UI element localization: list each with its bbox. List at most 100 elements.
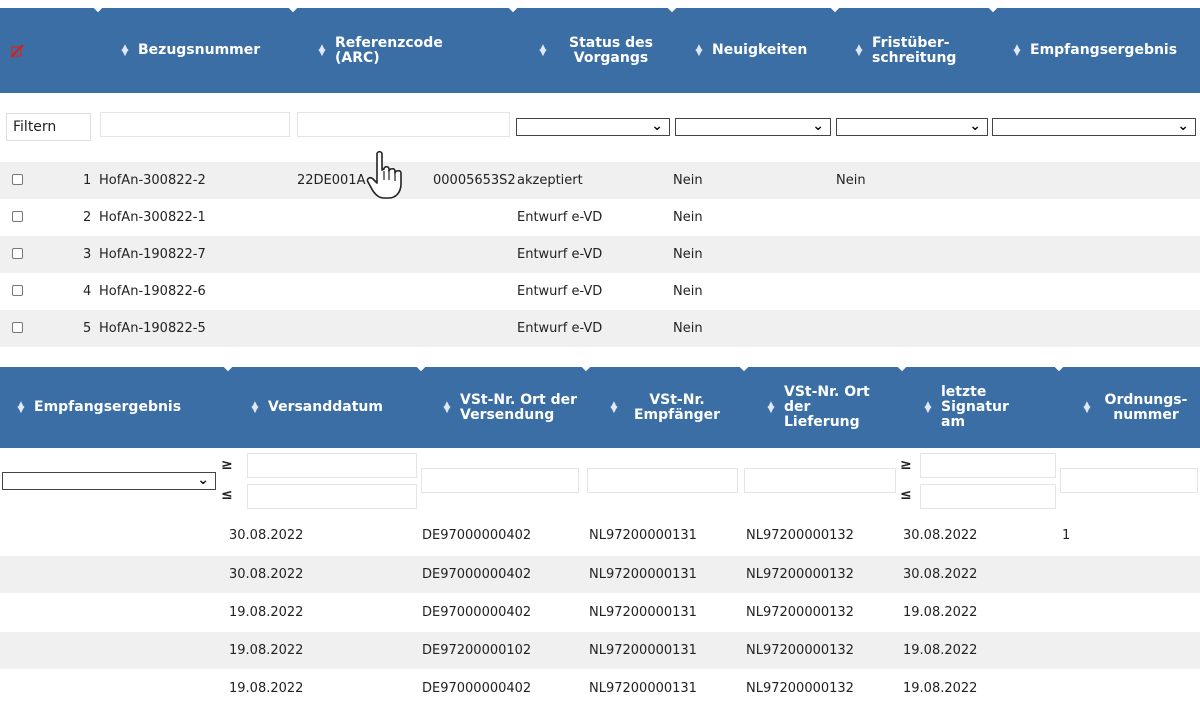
ordnungsnummer-filter-input[interactable] (1060, 468, 1198, 493)
vst-versendung-cell: DE97000000402 (422, 528, 532, 543)
sort-icon[interactable]: ▲ ▼ (315, 43, 329, 57)
bezugsnummer-cell[interactable]: HofAn-190822-6 (99, 273, 206, 310)
table-row[interactable]: 19.08.2022 DE97000000402 NL97200000131 N… (0, 594, 1200, 631)
table-row[interactable]: 19.08.2022 DE97000000402 NL97200000131 N… (0, 670, 1200, 707)
vst-versendung-filter-input[interactable] (421, 468, 579, 493)
signatur-cell: 30.08.2022 (903, 567, 978, 582)
versanddatum-from-input[interactable] (247, 453, 417, 478)
status-filter-select[interactable]: ⌄ (516, 118, 670, 136)
col-neuigkeiten-header[interactable]: ▲ ▼ Neuigkeiten (692, 8, 808, 93)
sort-icon[interactable]: ▲ ▼ (536, 43, 550, 57)
status-cell: Entwurf e-VD (517, 321, 603, 336)
table-row[interactable]: 3 HofAn-190822-7 Entwurf e-VD Nein (0, 236, 1200, 273)
column-label: VSt-Nr. Ort der Versendung (460, 391, 578, 423)
table-row[interactable]: 2 HofAn-300822-1 Entwurf e-VD Nein (0, 199, 1200, 236)
col-vst-empfaenger-header[interactable]: ▲ ▼ VSt-Nr. Empfänger (607, 367, 727, 448)
status-cell: Entwurf e-VD (517, 247, 603, 262)
table-row[interactable]: 5 HofAn-190822-5 Entwurf e-VD Nein (0, 310, 1200, 347)
table2-header: ▲ ▼ Empfangsergebnis ▲ ▼ Versanddatum ▲ ▼ V… (0, 362, 1200, 448)
sort-icon[interactable]: ▲ ▼ (1080, 400, 1094, 414)
sort-icon[interactable]: ▲ ▼ (692, 43, 706, 57)
vst-versendung-cell: DE97200000102 (422, 643, 532, 658)
table-row[interactable]: 1 HofAn-300822-2 22DE001A 00005653S2 akz… (0, 162, 1200, 199)
sort-icon[interactable]: ▲ ▼ (118, 43, 132, 57)
sort-icon[interactable]: ▲ ▼ (1010, 43, 1024, 57)
table-row[interactable]: 30.08.2022 DE97000000402 NL97200000131 N… (0, 517, 1200, 554)
arc-cell[interactable]: 22DE001A (297, 162, 365, 199)
column-label: VSt-Nr. Empfänger (633, 391, 721, 423)
col-bezugsnummer-header[interactable]: ▲ ▼ Bezugsnummer (118, 8, 261, 93)
column-label: Empfangsergebnis (1030, 42, 1178, 58)
col-vst-lieferung-header[interactable]: ▲ ▼ VSt-Nr. Ort der Lieferung (764, 367, 884, 448)
empfangsergebnis-filter-select[interactable]: ⌄ (2, 472, 216, 490)
col-empfangsergebnis-header[interactable]: ▲ ▼ Empfangsergebnis (14, 367, 182, 448)
sort-icon[interactable]: ▲ ▼ (607, 400, 621, 414)
col-ordnungsnummer-header[interactable]: ▲ ▼ Ordnungs- nummer (1080, 367, 1192, 448)
column-label: Bezugsnummer (138, 42, 261, 58)
bezugsnummer-cell[interactable]: HofAn-300822-1 (99, 199, 206, 236)
bezugsnummer-cell[interactable]: HofAn-190822-7 (99, 236, 206, 273)
column-label: VSt-Nr. Ort der Lieferung (784, 384, 870, 430)
signatur-from-input[interactable] (920, 453, 1056, 478)
header-separator (416, 362, 426, 372)
filter-button[interactable]: Filtern (6, 113, 91, 141)
table1-header: ▲ ▼ Bezugsnummer ▲ ▼ Referenzcode (ARC) ▲ ▼… (0, 3, 1200, 93)
row-checkbox[interactable] (12, 285, 23, 296)
referenzcode-filter-input[interactable] (297, 112, 510, 137)
table-row[interactable]: 19.08.2022 DE97200000102 NL97200000131 N… (0, 632, 1200, 669)
row-number: 1 (83, 173, 92, 188)
column-label: Referenzcode (ARC) (335, 34, 443, 66)
status-cell: Entwurf e-VD (517, 284, 603, 299)
neuigkeiten-filter-select[interactable]: ⌄ (675, 118, 831, 136)
status-cell: Entwurf e-VD (517, 210, 603, 225)
column-label: Ordnungs- nummer (1104, 391, 1188, 423)
unchecked-marker-icon[interactable] (10, 43, 26, 59)
col-fristueberschreitung-header[interactable]: ▲ ▼ Fristüber- schreitung (852, 8, 962, 93)
row-checkbox[interactable] (12, 248, 23, 259)
header-separator (288, 3, 298, 13)
col-vst-versendung-header[interactable]: ▲ ▼ VSt-Nr. Ort der Versendung (440, 367, 580, 448)
column-label: Fristüber- schreitung (872, 34, 957, 66)
vst-empfaenger-filter-input[interactable] (587, 468, 738, 493)
versanddatum-cell: 30.08.2022 (229, 528, 304, 543)
select-all-header[interactable] (10, 8, 26, 93)
frist-filter-select[interactable]: ⌄ (836, 118, 988, 136)
col-versanddatum-header[interactable]: ▲ ▼ Versanddatum (248, 367, 383, 448)
col-referenzcode-header[interactable]: ▲ ▼ Referenzcode (ARC) (315, 8, 455, 93)
sort-icon[interactable]: ▲ ▼ (248, 400, 262, 414)
column-label: Empfangsergebnis (34, 399, 182, 415)
col-empfangsergebnis-header[interactable]: ▲ ▼ Empfangsergebnis (1010, 8, 1178, 93)
row-checkbox[interactable] (12, 322, 23, 333)
bezugsnummer-cell[interactable]: HofAn-300822-2 (99, 162, 206, 199)
header-separator (508, 3, 518, 13)
vst-lieferung-filter-input[interactable] (744, 468, 896, 493)
sort-icon[interactable]: ▲ ▼ (440, 400, 454, 414)
arc-cell[interactable]: 00005653S2 (433, 162, 516, 199)
table-row[interactable]: 4 HofAn-190822-6 Entwurf e-VD Nein (0, 273, 1200, 310)
vst-empfaenger-cell: NL97200000131 (589, 681, 697, 696)
empfangsergebnis-filter-select[interactable]: ⌄ (992, 118, 1196, 136)
sort-icon[interactable]: ▲ ▼ (14, 400, 28, 414)
bezugsnummer-filter-input[interactable] (100, 112, 290, 137)
header-separator (581, 362, 591, 372)
bezugsnummer-cell[interactable]: HofAn-190822-5 (99, 310, 206, 347)
row-checkbox[interactable] (12, 174, 23, 185)
col-status-header[interactable]: ▲ ▼ Status des Vorgangs (536, 8, 666, 93)
header-separator (667, 3, 677, 13)
col-letzte-signatur-header[interactable]: ▲ ▼ letzte Signatur am (921, 367, 1013, 448)
sort-icon[interactable]: ▲ ▼ (764, 400, 778, 414)
sort-icon[interactable]: ▲ ▼ (921, 400, 935, 414)
row-number: 4 (83, 284, 92, 299)
row-checkbox[interactable] (12, 211, 23, 222)
chevron-down-icon: ⌄ (1177, 118, 1189, 134)
versanddatum-to-input[interactable] (247, 484, 417, 509)
vst-lieferung-cell: NL97200000132 (746, 567, 854, 582)
hand-pointer-icon (366, 150, 402, 199)
table-row[interactable]: 30.08.2022 DE97000000402 NL97200000131 N… (0, 556, 1200, 593)
row-number: 3 (83, 247, 92, 262)
sort-icon[interactable]: ▲ ▼ (852, 43, 866, 57)
versanddatum-cell: 19.08.2022 (229, 681, 304, 696)
vst-versendung-cell: DE97000000402 (422, 605, 532, 620)
signatur-to-input[interactable] (920, 484, 1056, 509)
date-from-label: ≥ (221, 457, 233, 473)
